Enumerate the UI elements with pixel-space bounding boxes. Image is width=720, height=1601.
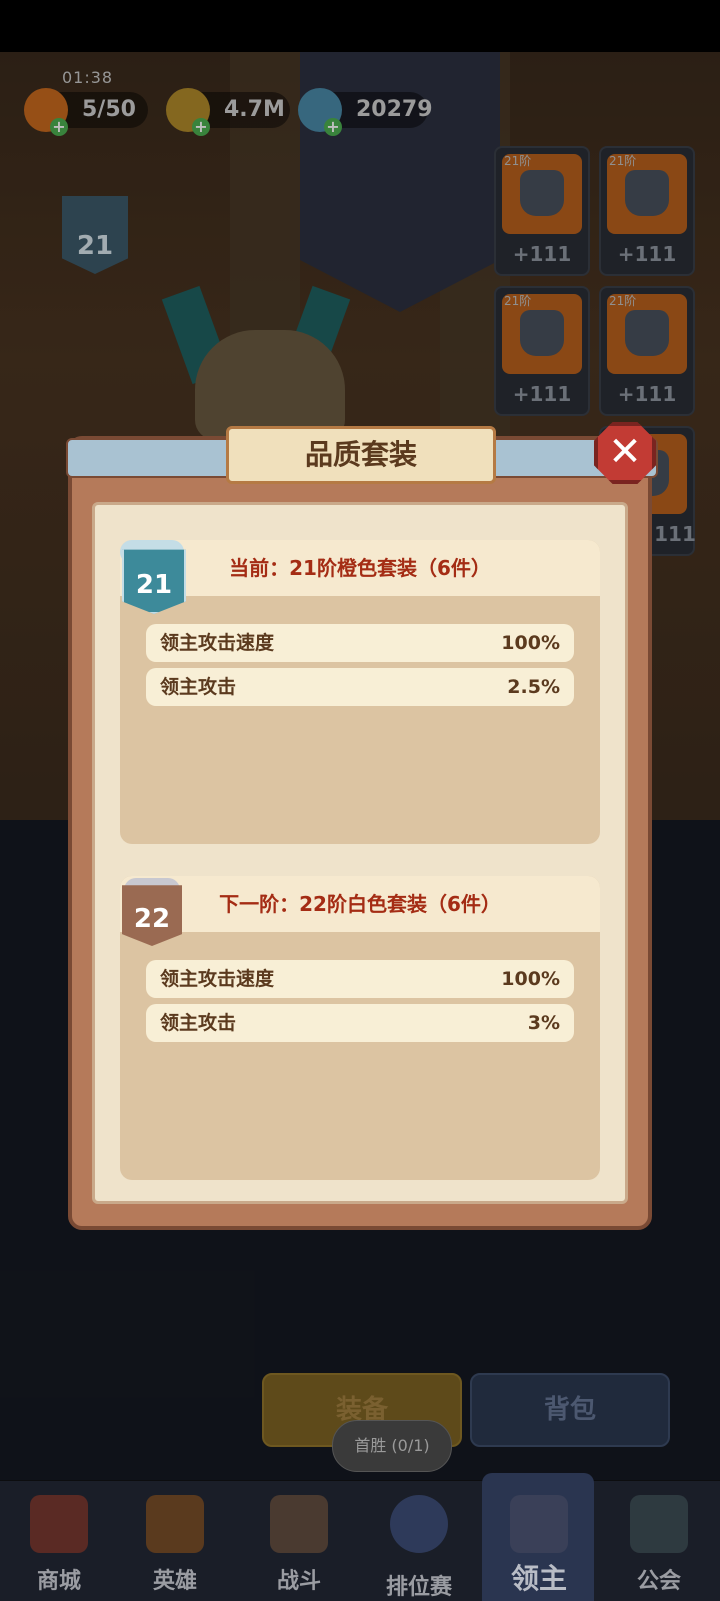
nav-label: 公会 bbox=[636, 1569, 681, 1594]
modal-title: 品质套装 bbox=[226, 426, 496, 484]
stat-row: 领主攻击速度 100% bbox=[146, 624, 574, 662]
nav-item-lord[interactable]: 领主 bbox=[480, 1481, 598, 1601]
stat-row: 领主攻击 2.5% bbox=[146, 668, 574, 706]
nav-item-guild[interactable]: 公会 bbox=[600, 1481, 718, 1601]
nav-label: 战斗 bbox=[276, 1569, 321, 1594]
next-set-section: 下一阶：22阶白色套装（6件） 领主攻击速度 100% 领主攻击 3% bbox=[120, 876, 600, 1180]
stat-row: 领主攻击 3% bbox=[146, 1004, 574, 1042]
stat-name: 领主攻击 bbox=[160, 1012, 237, 1034]
ranking-shield-icon bbox=[390, 1495, 448, 1553]
nav-item-shop[interactable]: 商城 bbox=[0, 1481, 118, 1601]
first-win-tooltip: 首胜 (0/1) bbox=[332, 1420, 452, 1472]
close-icon: ✕ bbox=[608, 429, 642, 475]
stat-name: 领主攻击 bbox=[160, 676, 237, 698]
nav-item-hero[interactable]: 英雄 bbox=[116, 1481, 234, 1601]
stat-value: 3% bbox=[527, 1012, 560, 1034]
nav-label: 排位赛 bbox=[385, 1575, 452, 1600]
next-tier-badge: 22 bbox=[122, 885, 182, 946]
next-set-heading: 下一阶：22阶白色套装（6件） bbox=[120, 876, 600, 932]
lord-banner-icon bbox=[510, 1495, 568, 1553]
current-set-section: 当前：21阶橙色套装（6件） 领主攻击速度 100% 领主攻击 2.5% bbox=[120, 540, 600, 844]
nav-item-battle[interactable]: 战斗 bbox=[240, 1481, 358, 1601]
current-tier-badge: 21 bbox=[122, 549, 186, 614]
nav-label: 领主 bbox=[510, 1562, 567, 1595]
stat-name: 领主攻击速度 bbox=[160, 632, 275, 654]
nav-item-ranking[interactable]: 排位赛 bbox=[360, 1481, 478, 1601]
stat-value: 100% bbox=[501, 968, 560, 990]
stat-row: 领主攻击速度 100% bbox=[146, 960, 574, 998]
nav-label: 英雄 bbox=[152, 1569, 197, 1594]
hero-card-icon bbox=[146, 1495, 204, 1553]
shop-icon bbox=[30, 1495, 88, 1553]
stat-value: 100% bbox=[501, 632, 560, 654]
status-bar bbox=[0, 0, 720, 52]
crossed-swords-icon bbox=[270, 1495, 328, 1553]
bag-button[interactable]: 背包 bbox=[470, 1373, 670, 1447]
guild-castle-icon bbox=[630, 1495, 688, 1553]
stat-value: 2.5% bbox=[507, 676, 560, 698]
nav-label: 商城 bbox=[36, 1569, 81, 1594]
stat-name: 领主攻击速度 bbox=[160, 968, 275, 990]
current-set-heading: 当前：21阶橙色套装（6件） bbox=[120, 540, 600, 596]
